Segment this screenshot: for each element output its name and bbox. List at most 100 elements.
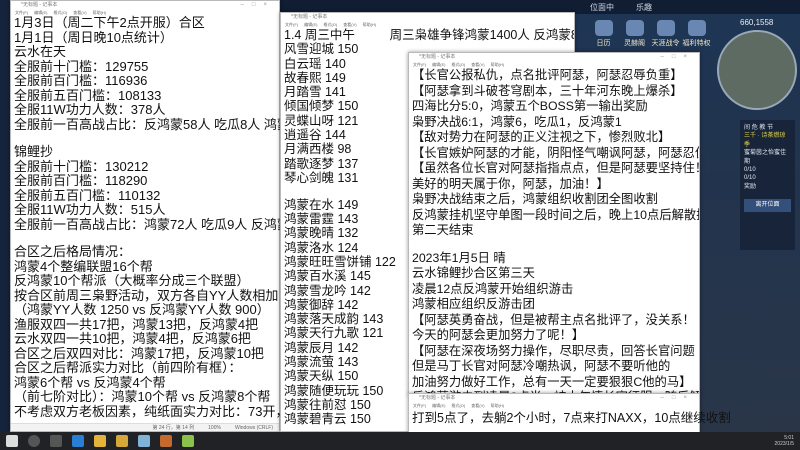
text-line: 全服前百门槛：118290: [14, 173, 148, 188]
text-line: 【长官公报私仇，点名批评阿瑟，阿瑟忍辱负重】: [412, 68, 683, 82]
text-line: 锦鲤抄: [14, 144, 54, 159]
edge-icon[interactable]: [72, 435, 84, 447]
menu-item[interactable]: 格式(O): [451, 61, 465, 68]
menu-item[interactable]: 帮助(H): [491, 61, 505, 68]
menu-item[interactable]: 查看(V): [471, 402, 484, 409]
title-bar[interactable]: *无标题 - 记事本 –□×: [409, 53, 699, 61]
text-line: 【阿瑟英勇奋战，但是被帮主点名批评了，没关系！: [412, 312, 695, 327]
text-line: 今天的阿瑟会更加努力了呢！】: [412, 328, 585, 343]
quest-subtitle: 蜜菊茵之怡蜜佳期: [744, 150, 787, 165]
text-line: 全服前十门槛：130212: [14, 158, 149, 174]
text-line: 1月3日（周二下午2点开服）合区: [14, 15, 205, 30]
text-line: 鸿蒙6个帮 vs 反鸿蒙4个帮: [14, 374, 166, 390]
game-coordinates: 660,1558: [740, 18, 774, 27]
text-line: （鸿蒙YY人数 1250 vs 反鸿蒙YY人数 900）: [14, 302, 270, 317]
text-line: 全服前十门槛：129755: [14, 58, 149, 74]
game-minimap[interactable]: [717, 30, 797, 110]
notepad-window-1[interactable]: *无标题 - 记事本 –□× 文件(F) 编辑(E) 格式(O) 查看(V) 帮助(H) …: [10, 0, 322, 432]
game-top-item[interactable]: 乐趣: [636, 2, 652, 13]
notepad-icon[interactable]: [138, 435, 150, 447]
taskbar: 5:01 2023/1/5: [0, 432, 800, 450]
text-line: 反鸿蒙挂机坚守单图一段时间之后，晚上10点后解散摆烂: [412, 207, 700, 222]
game-quest-panel: 间 危 教 节 三千 · 诗茶燃琼季 蜜菊茵之怡蜜佳期 0/10 0/10 奖励…: [740, 120, 795, 250]
start-icon[interactable]: [6, 435, 18, 447]
text-line: 反鸿蒙10个帮派（大概率分成三个联盟）: [14, 273, 250, 288]
text-line: 不考虑双方老板因素，纯纸面实力对比：73开，鸿蒙7: [14, 403, 322, 419]
text-line: 枭野决战6:1，鸿蒙6，吃瓜1，反鸿蒙1: [412, 114, 622, 129]
text-line: （前七阶对比）：鸿蒙10个帮 vs 反鸿蒙8个帮: [14, 389, 271, 404]
title-bar[interactable]: *无标题 - 记事本 –□×: [11, 1, 279, 9]
menu-item[interactable]: 查看(V): [471, 61, 484, 68]
title-bar[interactable]: *无标题 - 记事本 –□×: [409, 394, 699, 402]
leave-instance-button[interactable]: 离开位面: [744, 199, 791, 212]
status-bar: 第 24 行，第 14 列 100% Windows (CRLF): [11, 423, 279, 431]
text-line: 全服前一百高战占比：鸿蒙72人 吃瓜9人 反鸿蒙19人: [14, 216, 318, 232]
text-line: 云水在天: [14, 44, 67, 59]
menu-bar: 文件(F) 编辑(E) 格式(O) 查看(V) 帮助(H): [409, 61, 699, 68]
menu-item[interactable]: 查看(V): [343, 21, 356, 28]
search-icon[interactable]: [28, 435, 40, 447]
menu-item[interactable]: 文件(F): [413, 402, 426, 409]
text-line: 加油努力做好工作，总有一天一定要狠狠C他的马】: [412, 374, 692, 389]
game-icon-battlepass[interactable]: 天涯战令: [650, 20, 681, 48]
menu-item[interactable]: 格式(O): [323, 21, 337, 28]
text-line: 【阿瑟在深夜场努力操作，尽职尽责，回答长官问题: [412, 343, 695, 358]
text-line: 【阿瑟拿到斗破苍穹剧本，三十年河东晚上爆杀】: [412, 83, 683, 98]
notepad-window-3[interactable]: *无标题 - 记事本 –□× 文件(F) 编辑(E) 格式(O) 查看(V) 帮助(H) …: [408, 52, 700, 395]
menu-item[interactable]: 帮助(H): [363, 21, 377, 28]
text-line: 全服前一百高战占比：反鸿蒙58人 吃瓜8人 鸿蒙34人: [14, 116, 318, 132]
menu-item[interactable]: 编辑(E): [432, 402, 445, 409]
text-line: 全服前百门槛：116936: [14, 73, 148, 88]
text-line: 凌晨12点反鸿蒙开始组织游击: [412, 281, 574, 296]
text-line: 云水锦鲤抄合区第三天: [412, 266, 535, 281]
menu-item[interactable]: 编辑(E): [432, 61, 445, 68]
app-icon[interactable]: [182, 435, 194, 447]
text-line: 但是马丁长官对阿瑟冷嘲热讽，阿瑟不要听他的: [412, 359, 671, 374]
text-line: 合区之后格局情况：: [14, 244, 132, 259]
game-icon-pavilion[interactable]: 灵赫阁: [619, 20, 650, 48]
quest-title: 三千 · 诗茶燃琼季: [744, 133, 786, 148]
text-line: 渔服双四一共17把，鸿蒙13把，反鸿蒙4把: [14, 316, 259, 332]
text-line: [14, 132, 279, 145]
menu-item[interactable]: 帮助(H): [491, 402, 505, 409]
menu-item[interactable]: 文件(F): [413, 61, 426, 68]
notepad-window-4[interactable]: *无标题 - 记事本 –□× 文件(F) 编辑(E) 格式(O) 查看(V) 帮助(H) …: [408, 393, 731, 433]
game-icon[interactable]: [160, 435, 172, 447]
game-icon-bar: 日历 灵赫阁 天涯战令 福利特权: [588, 20, 712, 48]
text-line: 鸿蒙相应组织反游击团: [412, 297, 535, 312]
text-line: [412, 239, 699, 251]
game-icon-calendar[interactable]: 日历: [588, 20, 619, 48]
app-icon[interactable]: [116, 435, 128, 447]
text-line: 美好的明天属于你，阿瑟，加油！】: [412, 176, 609, 191]
menu-bar: 文件(F) 编辑(E) 格式(O) 查看(V) 帮助(H): [281, 21, 574, 28]
title-bar[interactable]: *无标题 - 记事本: [281, 13, 574, 21]
menu-item[interactable]: 编辑(E): [304, 21, 317, 28]
text-line: 合区之后双四对比：鸿蒙17把，反鸿蒙10把: [14, 345, 264, 361]
menu-bar: 文件(F) 编辑(E) 格式(O) 查看(V) 帮助(H): [409, 402, 699, 409]
text-line: 1.4 周三中午 周三枭雄争锋鸿蒙1400人 反鸿蒙840人: [284, 28, 575, 42]
text-line: 1月1日（周日晚10点统计）: [14, 29, 173, 45]
menu-item[interactable]: 文件(F): [285, 21, 298, 28]
text-line: 鸿蒙4个整编联盟16个帮: [14, 258, 153, 274]
game-top-item[interactable]: 位面中: [590, 2, 614, 13]
text-line: 全服11W功力人数：378人: [14, 102, 166, 117]
taskview-icon[interactable]: [50, 435, 62, 447]
text-line: 全服11W功力人数：515人: [14, 202, 166, 217]
text-line: 按合区前周三枭野活动，双方各自YY人数相加: [14, 287, 279, 303]
text-line: 云水双四一共10把，鸿蒙4把，反鸿蒙6把: [14, 331, 251, 346]
text-line: 枭野决战结束之后，鸿蒙组织收割团全图收割: [412, 192, 658, 206]
game-icon-welfare[interactable]: 福利特权: [681, 20, 712, 48]
text-area[interactable]: 1月3日（周二下午2点开服）合区 1月1日（周日晚10点统计） 云水在天 全服前十门槛…: [11, 15, 322, 419]
text-area[interactable]: 【长官公报私仇，点名批评阿瑟，阿瑟忍辱负重】 【阿瑟拿到斗破苍穹剧本，三十年河东晚…: [409, 68, 700, 394]
text-line: 【长官嫉妒阿瑟的才能，阴阳怪气嘲讽阿瑟，阿瑟忍住！】: [412, 145, 700, 160]
system-clock[interactable]: 5:01 2023/1/5: [775, 435, 794, 447]
text-line: 【敌对势力在阿瑟的正义注视之下，惨烈败北】: [412, 130, 671, 144]
text-line: 打到5点了，去躺2个小时，7点来打NAXX，10点继续收割: [412, 411, 731, 425]
text-line: 【虽然各位长官对阿瑟指指点点，但是阿瑟要坚持住！: [412, 161, 700, 175]
explorer-icon[interactable]: [94, 435, 106, 447]
text-area[interactable]: 打到5点了，去躺2个小时，7点来打NAXX，10点继续收割: [409, 409, 731, 426]
game-left-strip: [0, 0, 10, 432]
menu-item[interactable]: 格式(O): [451, 402, 465, 409]
text-line: 第二天结束: [412, 223, 474, 237]
text-line: 全服前五百门槛：110132: [14, 187, 161, 203]
